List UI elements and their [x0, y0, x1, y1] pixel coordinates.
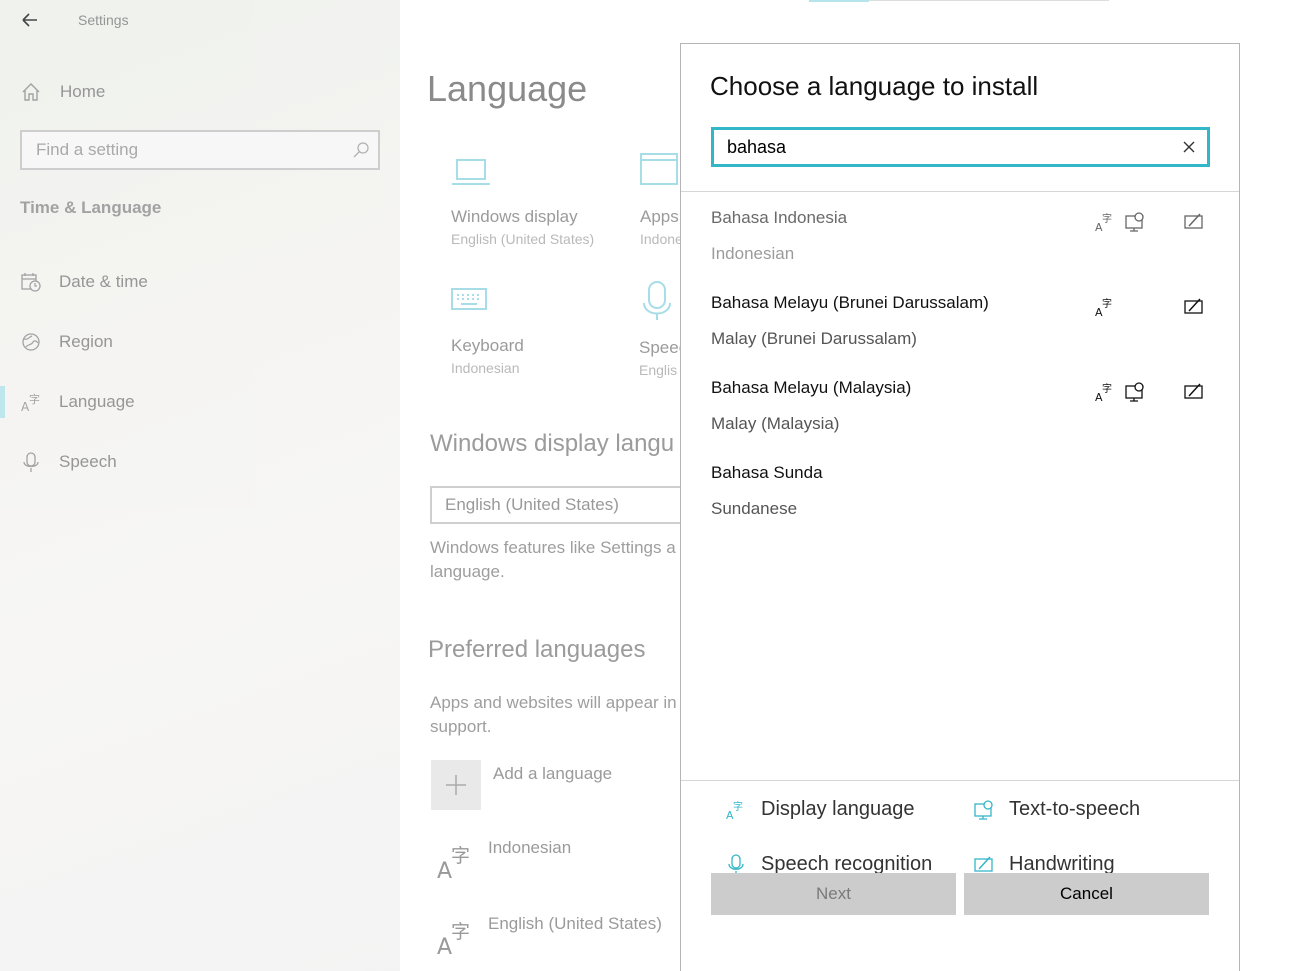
language-icon: A 字	[437, 845, 470, 880]
search-icon[interactable]	[352, 141, 370, 159]
nav-home-label: Home	[60, 82, 106, 101]
text-to-speech-icon	[1125, 212, 1144, 232]
svg-text:A: A	[437, 935, 452, 956]
text-to-speech-icon	[974, 799, 993, 820]
handwriting-icon	[1184, 298, 1203, 314]
language-result-item[interactable]: Bahasa Indonesia Indonesian A 字	[681, 208, 1239, 290]
display-language-icon: A 字	[1095, 212, 1112, 233]
keyboard-icon	[451, 288, 487, 310]
choose-language-dialog: Choose a language to install Bahasa Indo…	[680, 43, 1240, 971]
window-title: Settings	[78, 12, 129, 28]
sidebar-item-label: Region	[59, 332, 113, 351]
tile-subtitle: Indone	[640, 231, 683, 247]
sidebar-item-language[interactable]: A 字 Language	[0, 380, 400, 424]
laptop-icon	[452, 159, 490, 185]
sidebar: Settings Home Time & Language Date & tim…	[0, 0, 400, 971]
top-divider	[869, 0, 1109, 1]
svg-text:A: A	[437, 859, 452, 880]
display-language-icon: A 字	[726, 800, 743, 821]
tile-subtitle: Indonesian	[451, 360, 520, 376]
display-language-icon: A 字	[1095, 297, 1112, 318]
language-english-name: Malay (Brunei Darussalam)	[711, 329, 917, 348]
display-language-icon: A 字	[1095, 382, 1112, 403]
preferred-languages-desc-1: Apps and websites will appear in	[430, 693, 677, 712]
next-button[interactable]: Next	[711, 873, 956, 915]
results-top-divider	[681, 191, 1239, 192]
microphone-icon	[23, 452, 39, 472]
add-language-label[interactable]: Add a language	[493, 764, 612, 784]
text-to-speech-icon	[1125, 382, 1144, 402]
language-result-item[interactable]: Bahasa Melayu (Brunei Darussalam) Malay …	[681, 293, 1239, 375]
sidebar-item-region[interactable]: Region	[0, 320, 400, 364]
preferred-language-item[interactable]: English (United States)	[488, 914, 662, 934]
sidebar-item-label: Language	[59, 392, 135, 411]
language-english-name: Sundanese	[711, 499, 798, 518]
svg-text:字: 字	[451, 845, 470, 867]
handwriting-icon	[1184, 213, 1203, 229]
legend-text-to-speech: Text-to-speech	[973, 798, 1140, 821]
display-language-desc-1: Windows features like Settings a	[430, 538, 676, 557]
section-header: Time & Language	[20, 198, 162, 217]
tile-title: Apps	[640, 207, 679, 226]
legend-display-language: A 字 Display language	[725, 798, 914, 821]
tile-apps[interactable]: Apps Indone	[640, 152, 683, 247]
clear-icon[interactable]	[1181, 139, 1197, 155]
calendar-clock-icon	[21, 273, 41, 292]
cancel-button[interactable]: Cancel	[964, 873, 1209, 915]
back-arrow-icon[interactable]	[20, 10, 40, 30]
language-native-name: Bahasa Melayu (Brunei Darussalam)	[711, 293, 989, 312]
nav-home[interactable]: Home	[20, 80, 105, 104]
language-icon: A 字	[437, 921, 470, 956]
dialog-title: Choose a language to install	[710, 71, 1039, 101]
tile-keyboard[interactable]: Keyboard Indonesian	[451, 287, 524, 376]
svg-text:字: 字	[1102, 212, 1112, 225]
display-language-desc-2: language.	[430, 562, 505, 581]
find-setting-box	[20, 130, 380, 170]
language-native-name: Bahasa Sunda	[711, 463, 823, 482]
language-search-input[interactable]	[714, 130, 1154, 164]
handwriting-icon	[1184, 383, 1203, 399]
language-search-box	[711, 127, 1210, 167]
svg-text:字: 字	[1102, 297, 1112, 310]
find-setting-input[interactable]	[22, 132, 342, 168]
legend-divider	[681, 780, 1239, 781]
preferred-languages-desc-2: support.	[430, 717, 492, 736]
legend-label: Text-to-speech	[1009, 798, 1141, 820]
language-english-name: Indonesian	[711, 244, 795, 263]
language-icon: A 字	[21, 392, 40, 413]
svg-text:字: 字	[451, 921, 470, 943]
sidebar-item-date-time[interactable]: Date & time	[0, 260, 400, 304]
legend-label: Display language	[761, 798, 915, 820]
language-english-name: Malay (Malaysia)	[711, 414, 840, 433]
tile-subtitle: English (United States)	[451, 231, 595, 247]
svg-text:字: 字	[733, 800, 743, 813]
tile-title: Windows display	[451, 207, 578, 226]
plus-icon	[446, 775, 466, 795]
language-result-item[interactable]: Bahasa Melayu (Malaysia) Malay (Malaysia…	[681, 378, 1239, 460]
language-native-name: Bahasa Indonesia	[711, 208, 848, 227]
display-language-header: Windows display langu	[430, 430, 675, 457]
svg-text:字: 字	[29, 392, 40, 406]
language-native-name: Bahasa Melayu (Malaysia)	[711, 378, 912, 397]
home-icon	[22, 83, 40, 101]
microphone-icon	[643, 281, 671, 320]
globe-icon	[22, 333, 40, 351]
page-title: Language	[427, 68, 588, 109]
tile-windows-display[interactable]: Windows display English (United States)	[451, 156, 594, 247]
tile-title: Keyboard	[451, 336, 524, 355]
preferred-languages-header: Preferred languages	[428, 636, 646, 663]
add-language-button[interactable]	[431, 760, 481, 810]
language-result-item[interactable]: Bahasa Sunda Sundanese	[681, 463, 1239, 545]
window-icon	[640, 153, 678, 185]
scroll-indicator	[809, 0, 869, 2]
sidebar-item-label: Speech	[59, 452, 117, 471]
preferred-language-item[interactable]: Indonesian	[488, 838, 571, 858]
sidebar-item-label: Date & time	[59, 272, 148, 291]
svg-text:字: 字	[1102, 382, 1112, 395]
sidebar-item-speech[interactable]: Speech	[0, 440, 400, 484]
display-language-select[interactable]: English (United States)	[430, 486, 690, 524]
